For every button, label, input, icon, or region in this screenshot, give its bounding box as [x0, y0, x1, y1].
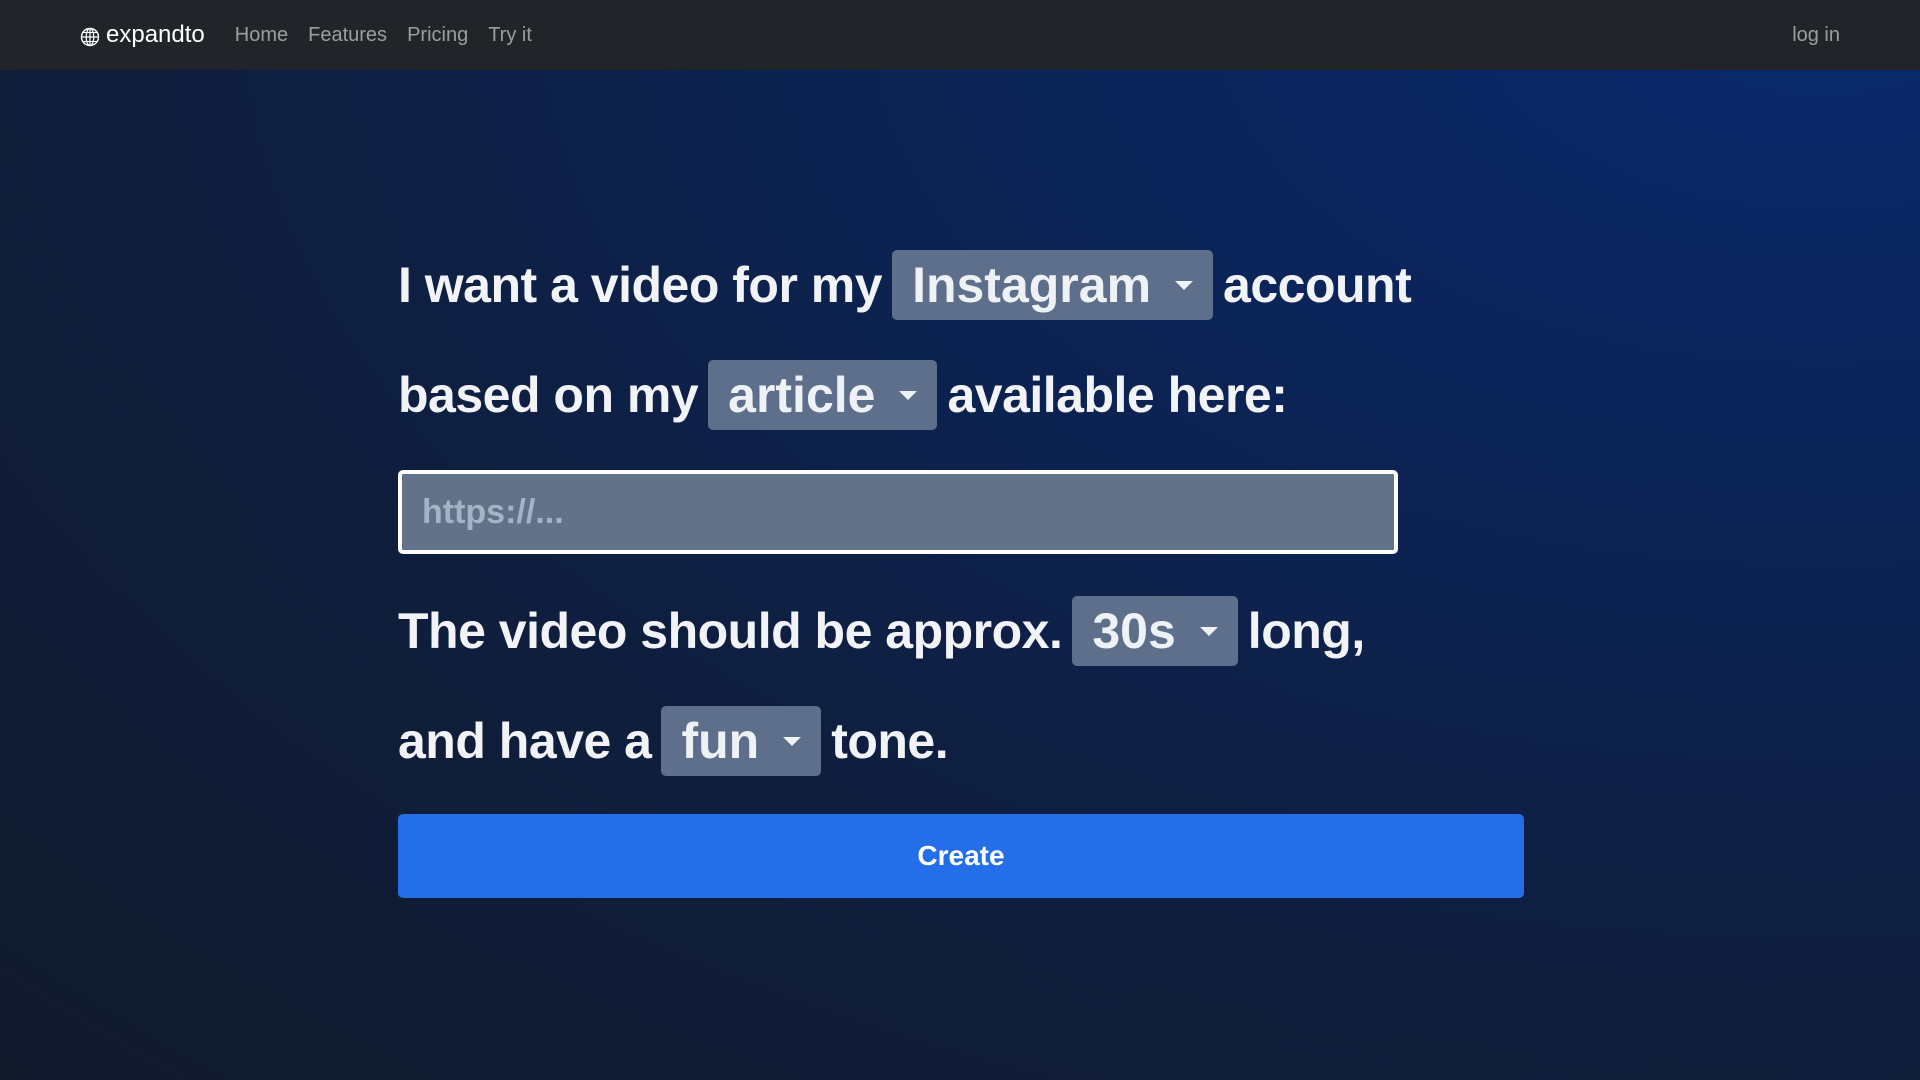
sentence-text: tone. — [831, 713, 949, 769]
nav-links: Home Features Pricing Try it — [225, 24, 542, 47]
url-input[interactable] — [398, 470, 1398, 554]
platform-select[interactable]: Instagram — [892, 250, 1214, 320]
sentence-text: account — [1223, 257, 1412, 313]
nav-link-pricing[interactable]: Pricing — [397, 24, 478, 47]
sentence-text: I want a video for my — [398, 257, 883, 313]
nav-right: log in — [1792, 24, 1840, 47]
top-navbar: expandto Home Features Pricing Try it lo… — [0, 0, 1920, 70]
source-type-select[interactable]: article — [708, 360, 938, 430]
source-type-select-value: article — [728, 367, 876, 423]
source-sentence: based on my article available here: — [398, 360, 1524, 430]
sentence-text: The video should be approx. — [398, 603, 1063, 659]
platform-select-value: Instagram — [912, 257, 1152, 313]
globe-icon — [80, 27, 100, 47]
create-button[interactable]: Create — [398, 814, 1524, 898]
sentence-text: based on my — [398, 367, 699, 423]
caret-down-icon — [1175, 280, 1194, 290]
tone-sentence: and have a fun tone. — [398, 706, 1524, 776]
nav-link-try-it[interactable]: Try it — [478, 24, 542, 47]
duration-sentence: The video should be approx. 30s long, — [398, 596, 1524, 666]
sentence-text: available here: — [947, 367, 1288, 423]
duration-select[interactable]: 30s — [1072, 596, 1238, 666]
tone-select-value: fun — [681, 713, 760, 769]
sentence-text: and have a — [398, 713, 652, 769]
nav-link-features[interactable]: Features — [298, 24, 397, 47]
brand-name: expandto — [106, 21, 205, 48]
brand-link[interactable]: expandto — [80, 21, 205, 49]
platform-sentence: I want a video for my Instagram account — [398, 250, 1524, 320]
caret-down-icon — [783, 736, 802, 746]
caret-down-icon — [899, 390, 918, 400]
caret-down-icon — [1199, 626, 1218, 636]
sentence-text: long, — [1247, 603, 1365, 659]
duration-select-value: 30s — [1092, 603, 1176, 659]
video-request-form: I want a video for my Instagram account … — [398, 250, 1524, 898]
nav-link-home[interactable]: Home — [225, 24, 298, 47]
login-link[interactable]: log in — [1792, 24, 1840, 46]
tone-select[interactable]: fun — [661, 706, 822, 776]
